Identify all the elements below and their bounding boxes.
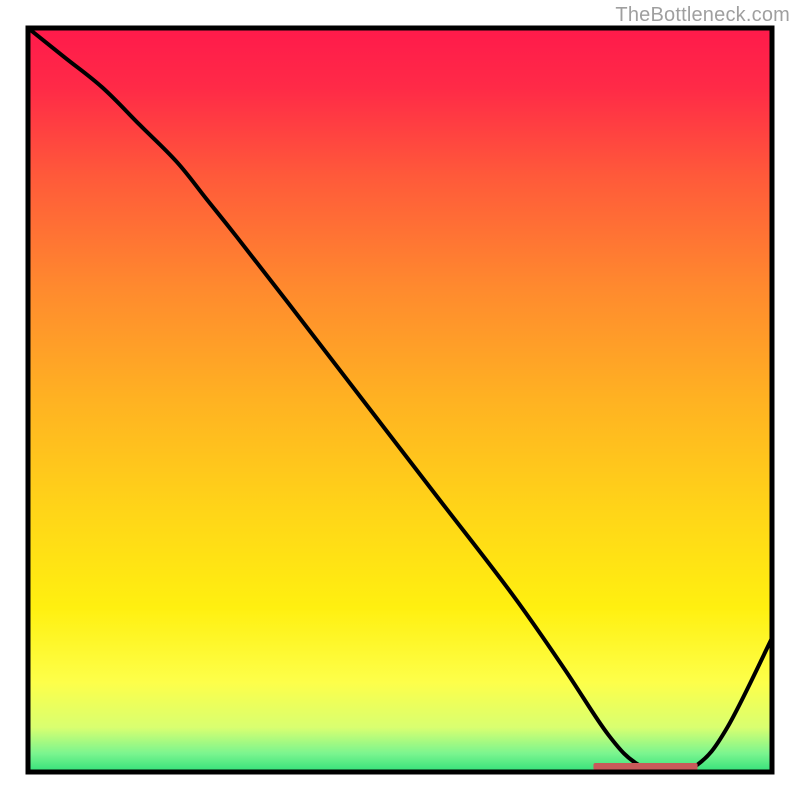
chart-svg [0, 0, 800, 800]
plot-background [28, 28, 772, 772]
watermark-text: TheBottleneck.com [615, 4, 790, 27]
bottleneck-chart [0, 0, 800, 805]
valley-zero-marker [593, 763, 697, 770]
